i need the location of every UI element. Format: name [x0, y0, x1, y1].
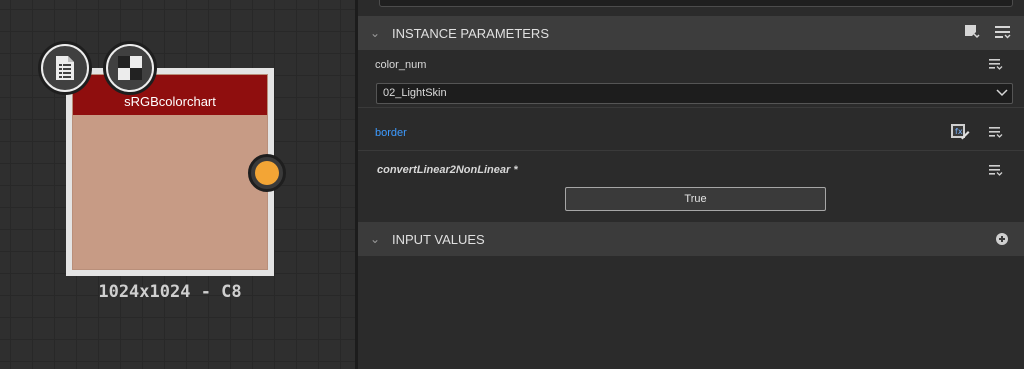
chevron-down-icon[interactable]: ⌄	[358, 26, 392, 40]
top-input-field[interactable]	[379, 0, 1013, 7]
param-menu-icon[interactable]	[988, 126, 1004, 144]
chevron-down-icon[interactable]	[996, 86, 1008, 101]
section-title: INSTANCE PARAMETERS	[392, 25, 549, 41]
preset-icon[interactable]	[964, 24, 980, 43]
convert-toggle-button[interactable]: True	[565, 187, 826, 211]
param-label-convert: convertLinear2NonLinear *	[377, 164, 518, 176]
svg-text:fx: fx	[955, 127, 963, 136]
document-icon[interactable]	[38, 41, 92, 95]
add-icon[interactable]	[996, 233, 1008, 245]
node-caption: 1024x1024 - C8	[98, 282, 242, 302]
node-preview: sRGBcolorchart	[72, 74, 268, 270]
menu-icon[interactable]	[994, 25, 1012, 42]
node-title: sRGBcolorchart	[73, 75, 267, 115]
section-title: INPUT VALUES	[392, 231, 485, 247]
top-field-area	[358, 0, 1024, 16]
param-row-convert: convertLinear2NonLinear * True	[358, 152, 1024, 220]
output-port-dot	[255, 161, 279, 185]
output-port[interactable]	[248, 154, 286, 192]
color-num-dropdown[interactable]: 02_LightSkin	[376, 83, 1013, 104]
graph-canvas[interactable]: sRGBcolorchart 1024x1024 - C8	[0, 0, 355, 369]
graph-node[interactable]: sRGBcolorchart	[66, 68, 274, 276]
param-menu-icon[interactable]	[988, 58, 1004, 76]
dropdown-value: 02_LightSkin	[383, 87, 447, 99]
param-menu-icon[interactable]	[988, 164, 1004, 182]
param-row-border: border fx	[358, 117, 1024, 151]
checker-pattern-icon[interactable]	[103, 41, 157, 95]
edit-function-icon[interactable]: fx	[950, 123, 970, 146]
param-row-color-num: color_num 02_LightSkin	[358, 50, 1024, 108]
instance-parameters-header[interactable]: ⌄ INSTANCE PARAMETERS	[358, 16, 1024, 50]
chevron-down-icon[interactable]: ⌄	[358, 232, 392, 246]
inspector-panel: ⌄ INSTANCE PARAMETERS color_num 02_Light…	[358, 0, 1024, 369]
input-values-header[interactable]: ⌄ INPUT VALUES	[358, 222, 1024, 256]
param-label-border[interactable]: border	[375, 127, 407, 139]
param-label-color-num: color_num	[375, 59, 427, 71]
